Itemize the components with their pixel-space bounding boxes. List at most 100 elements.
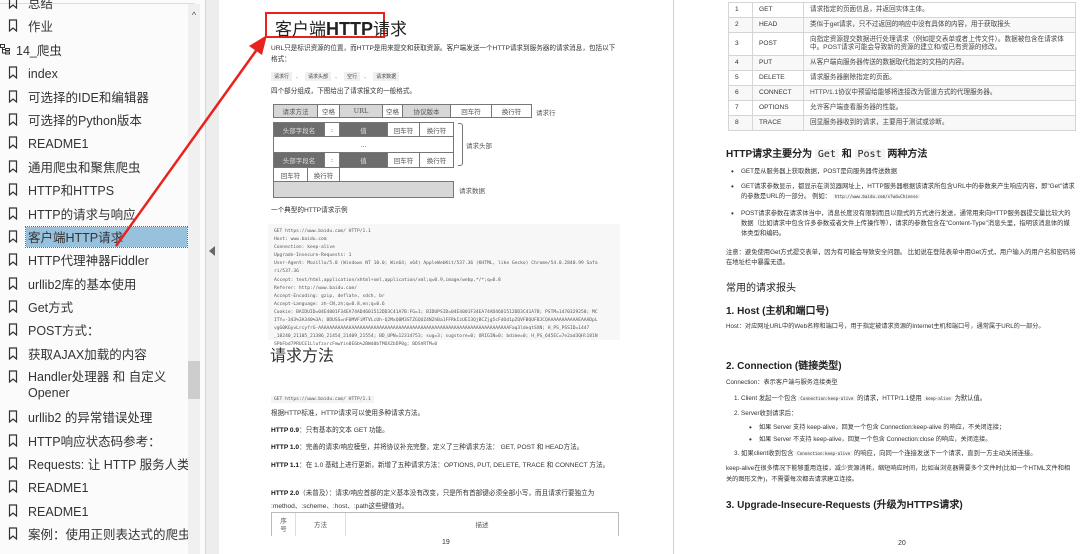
bookmark-item[interactable]: HTTP和HTTPS	[0, 180, 187, 203]
code-line: Accept: text/html,application/xhtml+xml,…	[274, 277, 501, 283]
bookmark-item[interactable]: 通用爬虫和聚焦爬虫	[0, 157, 187, 180]
cell-number: 7	[728, 100, 753, 116]
bookmark-group[interactable]: 14_爬虫	[0, 40, 187, 63]
cell-header-name: 头部字段名	[273, 122, 325, 137]
bookmark-item[interactable]: 作业	[0, 16, 187, 39]
bookmark-label: Handler处理器 和 自定义Opener	[28, 370, 167, 401]
bookmark-label: 通用爬虫和聚焦爬虫	[28, 160, 141, 175]
host-heading: 1. Host (主机和端口号)	[726, 306, 829, 317]
token: 请求数据	[373, 72, 400, 81]
pdf-page-20: 1 GET 请求指定的页面信息，并返回实体主体。 2 HEAD 类似于get请求，只不过返…	[674, 0, 1080, 554]
request-format-diagram: 请求方法 空格 URL 空格 协议版本 回车符 换行符 请求行 头部字段名 : …	[273, 104, 573, 200]
bookmark-item[interactable]: README1	[0, 477, 187, 500]
page-number: 20	[898, 540, 906, 547]
item-text: 如果client收到包含	[741, 450, 794, 457]
table-row: 1 GET 请求指定的页面信息，并返回实体主体。	[728, 2, 1076, 18]
code-line: Connection: keep-alive	[274, 245, 335, 251]
bookmark-item[interactable]: HTTP代理神器Fiddler	[0, 250, 187, 273]
paragraph: HTTP 0.9：只有基本的文本 GET 功能。	[271, 425, 621, 436]
bookmarks-panel: 总结 作业 14_爬虫 index 可选择的IDE和编辑器 可选择的Python版本 REA…	[0, 0, 205, 554]
panel-splitter[interactable]	[205, 0, 219, 554]
connection-heading: 2. Connection (链接类型)	[726, 361, 842, 372]
bookmark-icon	[8, 434, 18, 447]
bookmark-item[interactable]: POST方式：	[0, 320, 187, 343]
bookmark-item[interactable]: 客户端HTTP请求	[0, 225, 188, 250]
item-number: 3.	[734, 450, 740, 457]
sub-bullet: 如果 Server 不支持 keep-alive，回复一个包含 Connecti…	[749, 435, 991, 445]
code-line: GET https://www.baidu.com/ HTTP/1.1	[274, 229, 371, 234]
header-bracket	[458, 123, 463, 166]
page-number: 19	[442, 539, 450, 546]
bookmark-item[interactable]: README1	[0, 133, 187, 156]
inline-code: Connection:keep-alive	[795, 451, 853, 456]
bookmark-item[interactable]: Requests: 让 HTTP 服务人类	[0, 454, 190, 477]
bookmark-item[interactable]: urllib2 的异常错误处理	[0, 407, 187, 430]
bookmark-icon	[8, 323, 18, 337]
bookmark-item[interactable]: Get方式	[0, 297, 187, 320]
bookmark-icon	[8, 410, 18, 424]
para-bold: HTTP 1.1	[271, 462, 300, 469]
code-line: _18240_21105_21386_21454_21409_21554; BD…	[274, 334, 598, 340]
code-line: Accept-Language: zh-CN,zh;q=0.8,en;q=0.6	[274, 301, 385, 307]
cell-cr: 回车符	[273, 167, 308, 182]
bookmark-group-icon	[0, 43, 10, 56]
cell-cr: 回车符	[387, 122, 420, 137]
para-text: ：在 1.0 基础上进行更新，新增了五种请求方法：OPTIONS, PUT, D…	[299, 462, 610, 469]
cell-header-name: 头部字段名	[273, 152, 325, 168]
cell-number: 1	[728, 2, 753, 18]
bookmark-icon	[8, 19, 18, 33]
bookmark-label: HTTP代理神器Fiddler	[28, 254, 149, 269]
scroll-up-arrow-icon[interactable]: ^	[188, 9, 200, 21]
paragraph: 根据HTTP标准，HTTP请求可以使用多种请求方法。	[271, 408, 621, 419]
bookmark-list: 总结 作业 14_爬虫 index 可选择的IDE和编辑器 可选择的Python版本 REA…	[0, 0, 191, 548]
cell-lf: 换行符	[419, 122, 454, 137]
item-text: Client 发起一个包含	[741, 395, 797, 402]
cell-cr: 回车符	[450, 104, 492, 118]
bookmark-icon	[8, 183, 18, 197]
cell-number: 4	[728, 55, 753, 71]
bookmark-icon	[8, 230, 18, 244]
sidebar-scrollbar[interactable]: ^	[188, 4, 200, 554]
bookmark-item[interactable]: HTTP的请求与响应	[0, 204, 187, 227]
cell-value: 值	[339, 152, 388, 168]
bookmark-item[interactable]: 可选择的IDE和编辑器	[0, 87, 187, 110]
code-post: Post	[854, 149, 885, 160]
http-request-code-block: GET https://www.baidu.com/ HTTP/1.1 Host:…	[268, 224, 620, 347]
cell-method: POST	[752, 32, 804, 56]
code-line: ITY=-343%3A340%3A; BDUSS=nF0MVFiMTVLcUh-…	[274, 318, 598, 324]
bookmark-item[interactable]: 案例：使用正则表达式的爬虫	[0, 524, 191, 547]
collapse-panel-arrow-icon[interactable]	[209, 246, 215, 256]
inline-code: Connection:keep-alive	[798, 396, 856, 401]
cell-method: PUT	[752, 55, 804, 71]
cell-description: 允许客户端查看服务器的性能。	[803, 100, 1076, 116]
bullet-item: GET是从服务器上获取数据，POST是向服务器传送数据	[731, 167, 1080, 177]
example-caption: 一个典型的HTTP请求示例	[271, 207, 348, 214]
bookmark-item[interactable]: urllib2库的基本使用	[0, 274, 187, 297]
ordered-item: 1. Client 发起一个包含 Connection:keep-alive 的…	[734, 393, 986, 402]
bookmark-item[interactable]: Handler处理器 和 自定义Opener	[0, 367, 187, 407]
bookmark-icon	[8, 0, 18, 10]
bookmark-item[interactable]: 总结	[0, 0, 187, 16]
token-separator: 、	[296, 74, 302, 80]
bookmark-item[interactable]: HTTP响应状态码参考：	[0, 431, 187, 454]
item-number: 2.	[734, 410, 740, 417]
heading-text: 两种方法	[887, 149, 928, 160]
bookmark-item[interactable]: index	[0, 63, 187, 86]
cell-number: 6	[728, 85, 753, 101]
four-parts-text: 四个部分组成，下图给出了请求报文的一般格式。	[271, 88, 417, 95]
cell-space: 空格	[382, 104, 403, 118]
bookmark-item[interactable]: 可选择的Python版本	[0, 110, 187, 133]
scrollbar-thumb[interactable]	[188, 360, 200, 399]
bookmark-item[interactable]: 获取AJAX加载的内容	[0, 344, 187, 367]
format-tokens: 请求行 、 请求头部 、 空行 、 请求数据	[271, 72, 400, 81]
para-bold: HTTP 1.0	[271, 444, 300, 451]
item-text: 为默认值。	[954, 395, 987, 402]
bookmark-label: 案例：使用正则表达式的爬虫	[28, 528, 191, 543]
ordered-item: 2. Server收到请求后：	[734, 408, 797, 417]
bookmark-label: README1	[28, 137, 89, 152]
note-paragraph: 注意：避免使用Get方式提交表单，因为有可能会导致安全问题。 比如说在登陆表单中…	[726, 249, 1076, 266]
paragraph: HTTP 1.1：在 1.0 基础上进行更新，新增了五种请求方法：OPTIONS…	[271, 459, 621, 472]
heading-text: HTTP请求主要分为	[726, 149, 813, 160]
bookmark-item[interactable]: README1	[0, 501, 187, 524]
get-post-heading: HTTP请求主要分为 Get 和 Post 两种方法	[726, 145, 927, 160]
